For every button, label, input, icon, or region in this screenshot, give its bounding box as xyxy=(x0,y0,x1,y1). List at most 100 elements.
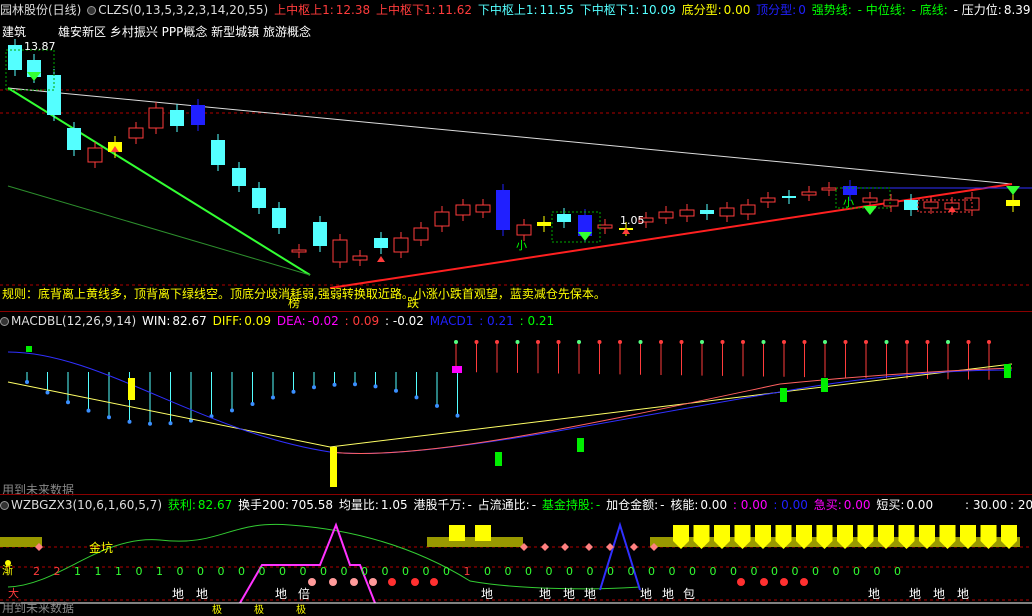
macd-dot xyxy=(66,400,70,405)
wz-name: WZBGZX3(10,6,1,60,5,7) xyxy=(11,498,162,512)
wz-digit: 0 xyxy=(668,565,676,578)
wz-di-label: 地 xyxy=(172,587,185,601)
indicator-name: CLZS(0,13,5,3,2,3,14,20,55) xyxy=(98,3,269,17)
wz-digit: 0 xyxy=(381,565,389,578)
candle-body xyxy=(47,75,61,115)
macd-dot xyxy=(414,395,419,400)
wz-di-label: 地 xyxy=(662,587,675,601)
jian-label: 渐 xyxy=(2,564,13,577)
wz-digit: 0 xyxy=(525,565,532,578)
wz-digit: 0 xyxy=(176,565,184,578)
yellow-block xyxy=(449,525,465,541)
yellow-block xyxy=(837,525,853,541)
price-high-label: 13.87 xyxy=(24,40,56,53)
wz-di-label: 地 xyxy=(640,587,653,601)
wz-blue-line xyxy=(599,521,641,591)
wz-digit: 2 xyxy=(33,565,40,578)
candle-up xyxy=(393,237,409,253)
add-label: 加仓金额: xyxy=(606,498,659,512)
wz-digit: 0 xyxy=(361,565,368,578)
red-dot xyxy=(411,578,419,586)
wz-v-b: : 0.00 xyxy=(773,498,808,512)
fund-value: - xyxy=(595,498,601,512)
wz-digit: 0 xyxy=(832,565,840,578)
wz-digit: 0 xyxy=(443,565,450,578)
profit-label: 获利: xyxy=(167,498,196,512)
wz-digit: 0 xyxy=(607,565,614,578)
price-chart[interactable] xyxy=(0,0,1032,312)
macd-name: MACDBL(12,26,9,14) xyxy=(11,314,137,328)
wz-digit: 0 xyxy=(135,565,143,578)
candle-up xyxy=(862,197,878,203)
price-panel[interactable]: 园林股份(日线) CLZS(0,13,5,3,2,3,14,20,55) 上中枢… xyxy=(0,0,1032,312)
macd-collapse-icon[interactable] xyxy=(0,317,9,326)
add-value: - xyxy=(660,498,665,512)
wz-di-label: 地 xyxy=(539,587,552,601)
macd-dot xyxy=(864,340,868,344)
macd-dot xyxy=(925,340,930,344)
wz-digit: 1 xyxy=(463,565,471,578)
macd-panel[interactable]: MACDBL(12,26,9,14) WIN: 82.67 DIFF: 0.09 D… xyxy=(0,312,1032,497)
macd-v1: : 0.09 xyxy=(344,314,380,328)
macd-chart[interactable] xyxy=(0,312,1032,495)
macd-dot xyxy=(679,340,684,344)
candle-up xyxy=(658,211,674,219)
wz-digit: 0 xyxy=(402,565,409,578)
macd-dot xyxy=(127,419,132,424)
macd-dot xyxy=(168,421,173,426)
red-dot xyxy=(388,578,396,586)
wz-digit: 0 xyxy=(894,565,901,578)
yellow-block xyxy=(714,525,730,541)
wz-di-label: 包 xyxy=(683,587,696,601)
urgent-value: 0.00 xyxy=(843,498,871,512)
stock-title[interactable]: 园林股份(日线) xyxy=(0,3,81,17)
upper-high-value: 12.38 xyxy=(335,3,371,17)
wz-di-label: 地 xyxy=(909,587,922,601)
candle-up xyxy=(352,255,368,261)
green-bar xyxy=(1004,364,1011,378)
upper-low-value: 11.62 xyxy=(437,3,472,17)
profit-value: 82.67 xyxy=(197,498,233,512)
yellow-block xyxy=(919,525,935,541)
pink-dot xyxy=(350,578,358,586)
yellow-block xyxy=(939,525,956,541)
wz-collapse-icon[interactable] xyxy=(0,501,9,510)
diff-label: DIFF: xyxy=(212,314,243,328)
macd-dot xyxy=(966,340,971,344)
macd-dot xyxy=(700,340,704,344)
wz-digit: 0 xyxy=(730,565,737,578)
upper-high-label: 上中枢上1: xyxy=(274,3,334,17)
candle-body xyxy=(782,196,796,198)
macd-dot xyxy=(455,413,460,418)
diff-value: 0.09 xyxy=(244,314,272,328)
red-dot xyxy=(780,578,788,586)
strong-line-label: 强势线: xyxy=(811,3,852,17)
rule-text: 规则：底背离上黄线多，顶背离下绿线空。顶底分歧消耗弱,强弱转换取近路。小涨小跌首… xyxy=(2,287,606,301)
lower-low-label: 下中枢下1: xyxy=(579,3,640,17)
macd-dot xyxy=(107,415,111,420)
grey-trend-line xyxy=(7,87,1013,185)
olive-band xyxy=(0,537,42,547)
wz-digit: 0 xyxy=(258,565,266,578)
top-type-value: 0 xyxy=(798,3,806,17)
macd-dot xyxy=(536,340,540,344)
wz-digit: 0 xyxy=(648,565,655,578)
wz-digit: 0 xyxy=(709,565,717,578)
urgent-label: 急买: xyxy=(813,498,842,512)
small-label-2: 小 xyxy=(843,196,854,209)
wz-digit: 0 xyxy=(586,565,594,578)
wz-panel[interactable]: WZBGZX3(10,6,1,60,5,7) 获利: 82.67 换手200: 70… xyxy=(0,495,1032,616)
wz-digit: 1 xyxy=(115,565,122,578)
pink-dot xyxy=(329,578,337,586)
upper-low-label: 上中枢下1: xyxy=(375,3,436,17)
candle-body xyxy=(191,105,205,125)
candle-up xyxy=(434,211,450,227)
gold-pit-label: 金坑 xyxy=(89,541,114,555)
collapse-icon[interactable] xyxy=(87,6,97,15)
wz-di-label: 地 xyxy=(196,587,209,601)
candle-body xyxy=(232,168,246,186)
float-label: 占流通比: xyxy=(477,498,530,512)
wz-digit: 0 xyxy=(238,565,245,578)
red-dot xyxy=(760,578,768,586)
macd-dot xyxy=(86,408,91,413)
